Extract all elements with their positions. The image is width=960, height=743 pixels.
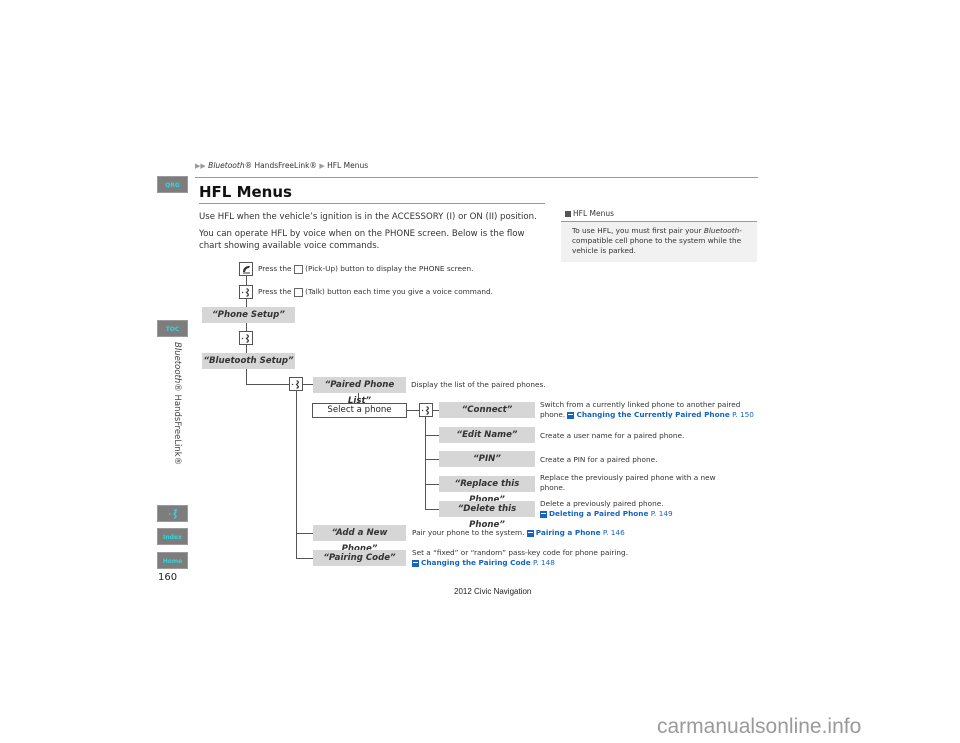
talk-button-icon — [239, 331, 253, 345]
link-arrow-icon — [412, 559, 419, 567]
cmd-delete-phone[interactable]: “Delete this Phone” — [439, 501, 535, 530]
desc-connect: Switch from a currently linked phone to … — [540, 400, 760, 420]
link-deleting-paired-phone[interactable]: Deleting a Paired Phone P. 149 — [540, 509, 673, 518]
link-arrow-icon — [540, 510, 547, 518]
link-page: P. 146 — [602, 528, 625, 537]
talk-button-icon — [239, 285, 253, 299]
flow-line-pairing — [296, 558, 313, 559]
link-page: P. 150 — [732, 410, 754, 419]
link-changing-paired-phone[interactable]: Changing the Currently Paired Phone P. 1… — [567, 410, 754, 419]
note-heading-text: HFL Menus — [573, 209, 615, 218]
flow-line-edit — [425, 435, 439, 436]
flow-line-delete — [425, 509, 439, 510]
desc-add-new-phone: Pair your phone to the system. Pairing a… — [412, 528, 625, 538]
cmd-paired-phone-list[interactable]: “Paired Phone List” — [313, 377, 406, 406]
talk-icon — [168, 508, 177, 519]
cmd-bluetooth-setup[interactable]: “Bluetooth Setup” — [202, 353, 295, 369]
voice-command-button[interactable] — [157, 505, 188, 522]
intro-paragraph-2: You can operate HFL by voice when on the… — [199, 229, 525, 251]
home-button[interactable]: Home — [157, 552, 188, 569]
toc-button[interactable]: TOC — [157, 320, 188, 337]
cmd-pairing-code[interactable]: “Pairing Code” — [313, 550, 406, 566]
cmd-edit-name[interactable]: “Edit Name” — [439, 427, 535, 443]
note-box: HFL Menus To use HFL, you must first pai… — [561, 208, 757, 262]
talk-button-icon — [419, 403, 433, 417]
cmd-add-new-phone[interactable]: “Add a New Phone” — [313, 525, 406, 554]
page-title: HFL Menus — [199, 183, 292, 201]
breadcrumb-current: HFL Menus — [327, 161, 369, 170]
pickup-instr-text-b: (Pick-Up) button to display the PHONE sc… — [305, 264, 474, 273]
select-phone-step: Select a phone — [312, 403, 407, 418]
talk-inline-icon — [293, 287, 303, 297]
link-changing-pairing-code[interactable]: Changing the Pairing Code P. 148 — [412, 558, 555, 567]
flow-line-select-talk — [406, 410, 419, 411]
pickup-button-icon — [239, 262, 253, 276]
link-pairing-phone[interactable]: Pairing a Phone P. 146 — [526, 528, 625, 537]
desc-delete-text: Delete a previously paired phone. — [540, 499, 664, 508]
desc-pairing-code: Set a “fixed” or “random” pass-key code … — [412, 548, 652, 568]
breadcrumb-arrow-icon: ▶▶ — [195, 162, 206, 170]
cmd-connect[interactable]: “Connect” — [439, 402, 535, 418]
desc-add-text: Pair your phone to the system. — [412, 528, 525, 537]
desc-delete-phone: Delete a previously paired phone. Deleti… — [540, 499, 740, 519]
flow-line-pin — [425, 459, 439, 460]
flow-line-phone-options — [425, 417, 426, 510]
link-page: P. 149 — [650, 509, 673, 518]
note-body: To use HFL, you must first pair your Blu… — [561, 222, 757, 262]
pickup-instruction: Press the (Pick-Up) button to display th… — [258, 264, 473, 274]
talk-instruction: Press the (Talk) button each time you gi… — [258, 287, 493, 297]
note-text-italic: Bluetooth — [703, 226, 740, 235]
breadcrumb-italic: Bluetooth — [208, 161, 245, 170]
link-text: Changing the Pairing Code — [421, 558, 531, 567]
footer-text: 2012 Civic Navigation — [454, 587, 532, 596]
cmd-pin[interactable]: “PIN” — [439, 451, 535, 467]
qrg-button[interactable]: QRG — [157, 176, 188, 193]
section-title-rest: ® HandsFreeLink® — [172, 383, 182, 466]
cmd-phone-setup[interactable]: “Phone Setup” — [202, 307, 295, 323]
page-number: 160 — [158, 572, 178, 583]
title-rule — [199, 203, 545, 204]
note-icon — [565, 211, 571, 217]
breadcrumb-link-section[interactable]: Bluetooth® HandsFreeLink® — [208, 161, 317, 170]
desc-pairing-text: Set a “fixed” or “random” pass-key code … — [412, 548, 628, 557]
talk-button-icon — [289, 377, 303, 391]
pickup-inline-icon — [293, 264, 303, 274]
desc-paired-phone-list: Display the list of the paired phones. — [411, 380, 546, 389]
note-heading: HFL Menus — [561, 208, 757, 222]
link-arrow-icon — [567, 411, 575, 419]
breadcrumb-rest: ® HandsFreeLink® — [244, 161, 317, 170]
link-text: Changing the Currently Paired Phone — [576, 410, 730, 419]
header-rule — [195, 177, 758, 178]
pickup-instr-text-a: Press the — [258, 264, 292, 273]
breadcrumb: ▶▶ Bluetooth® HandsFreeLink® ▶ HFL Menus — [195, 161, 368, 170]
note-text: To use HFL, you must first pair your — [572, 226, 704, 235]
intro-paragraph-1: Use HFL when the vehicle’s ignition is i… — [199, 212, 537, 222]
talk-instr-text-b: (Talk) button each time you give a voice… — [305, 287, 493, 296]
breadcrumb-arrow-icon: ▶ — [319, 162, 325, 170]
link-text: Pairing a Phone — [535, 528, 601, 537]
section-title-vertical: Bluetooth® HandsFreeLink® — [172, 342, 182, 465]
cmd-replace-phone[interactable]: “Replace this Phone” — [439, 476, 535, 505]
link-page: P. 148 — [533, 558, 555, 567]
flow-line-add — [296, 533, 313, 534]
link-arrow-icon — [526, 529, 534, 537]
talk-instr-text-a: Press the — [258, 287, 292, 296]
section-title-italic: Bluetooth — [172, 342, 182, 384]
desc-replace-phone: Replace the previously paired phone with… — [540, 473, 716, 492]
desc-edit-name: Create a user name for a paired phone. — [540, 431, 685, 440]
flow-line-replace — [425, 484, 439, 485]
link-text: Deleting a Paired Phone — [549, 509, 649, 518]
desc-pin: Create a PIN for a paired phone. — [540, 455, 658, 464]
watermark: carmanualsonline.info — [657, 715, 862, 738]
index-button[interactable]: Index — [157, 528, 188, 545]
